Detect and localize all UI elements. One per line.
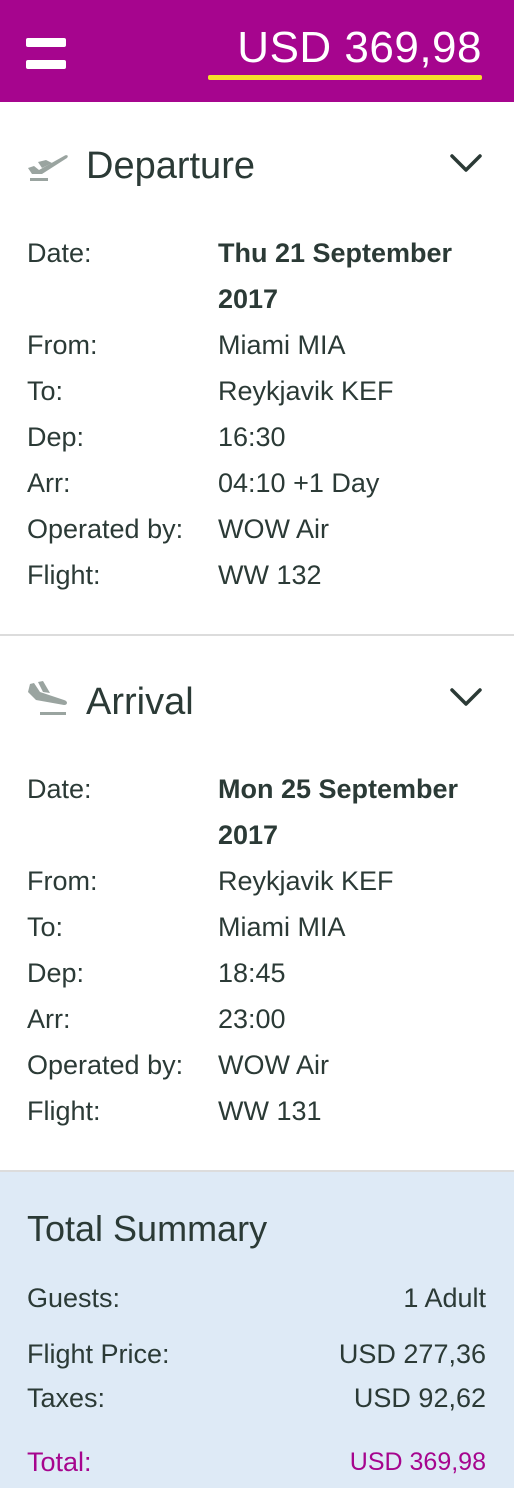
summary-title: Total Summary [27,1208,268,1249]
departure-title: Departure [86,145,255,187]
operated-by-label: Operated by: [27,1050,184,1080]
total-label: Total: [27,1447,92,1477]
guests-label: Guests: [27,1283,121,1313]
arr-label: Arr: [27,1004,71,1034]
arrival-title: Arrival [86,681,194,723]
taxes-label: Taxes: [27,1383,106,1413]
operated-by-label: Operated by: [27,514,184,544]
from-value: Reykjavik KEF [218,866,394,896]
to-value: Miami MIA [218,912,346,942]
menu-bar [26,60,66,69]
flight-label: Flight: [27,1096,101,1126]
hamburger-menu-icon[interactable] [26,38,66,72]
plane-takeoff-icon [28,155,68,181]
from-value: Miami MIA [218,330,346,360]
to-label: To: [27,912,64,942]
from-label: From: [27,330,98,360]
flight-label: Flight: [27,560,101,590]
flight-value: WW 132 [218,560,322,590]
taxes-value: USD 92,62 [353,1383,486,1413]
date-value: Thu 21 September 2017 [218,238,453,314]
operated-by-value: WOW Air [218,514,329,544]
flight-value: WW 131 [218,1096,322,1126]
chevron-down-icon[interactable] [446,682,486,712]
arr-value: 04:10 +1 Day [218,468,380,498]
flight-price-value: USD 277,36 [338,1339,486,1369]
arr-label: Arr: [27,468,71,498]
date-value: Mon 25 September 2017 [218,774,459,850]
dep-value: 18:45 [218,958,286,988]
to-value: Reykjavik KEF [218,376,394,406]
plane-landing-icon [28,681,67,715]
top-bar: USD 369,98 [0,0,514,102]
menu-bar [26,38,66,47]
dep-label: Dep: [27,958,85,988]
price-underline [208,75,482,80]
date-label: Date: [27,238,92,268]
arrival-section: Arrival Date: Mon 25 September 2017 From… [0,636,514,1172]
date-label: Date: [27,774,92,804]
departure-section: Departure Date: Thu 21 September 2017 Fr… [0,102,514,636]
header-price-link[interactable]: USD 369,98 [237,22,482,74]
total-summary-panel: Total Summary Guests: 1 Adult Flight Pri… [0,1172,514,1488]
from-label: From: [27,866,98,896]
arr-value: 23:00 [218,1004,286,1034]
guests-value: 1 Adult [403,1283,486,1313]
total-value: USD 369,98 [349,1448,486,1476]
flight-price-label: Flight Price: [27,1339,170,1369]
dep-label: Dep: [27,422,85,452]
to-label: To: [27,376,64,406]
dep-value: 16:30 [218,422,286,452]
chevron-down-icon[interactable] [446,148,486,178]
operated-by-value: WOW Air [218,1050,329,1080]
